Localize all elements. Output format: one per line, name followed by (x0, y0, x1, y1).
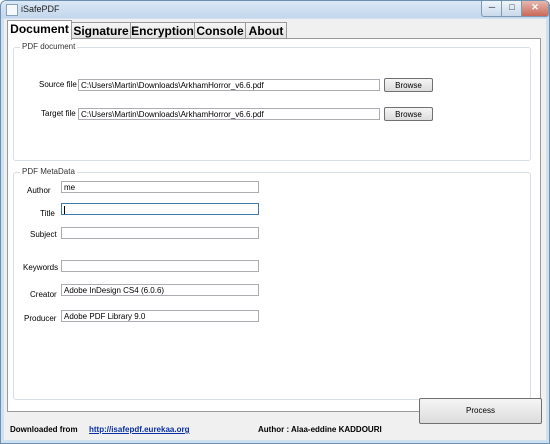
author-field[interactable]: me (61, 181, 259, 193)
creator-label: Creator (30, 290, 57, 299)
app-icon (6, 4, 18, 16)
author-label: Author (27, 186, 51, 195)
title-field[interactable] (61, 203, 259, 215)
subject-field[interactable] (61, 227, 259, 239)
target-browse-button[interactable]: Browse (384, 107, 433, 121)
app-window: iSafePDF ─ □ ✕ Document Signature Encryp… (0, 0, 550, 444)
tab-about[interactable]: About (245, 22, 287, 39)
source-browse-button[interactable]: Browse (384, 78, 433, 92)
document-tab-panel: PDF document Source file C:\Users\Martin… (7, 38, 541, 412)
pdf-metadata-group-title: PDF MetaData (20, 167, 77, 176)
minimize-button[interactable]: ─ (481, 1, 503, 17)
author-credit: Author : Alaa-eddine KADDOURI (258, 425, 382, 434)
text-caret (64, 206, 65, 214)
process-button[interactable]: Process (419, 398, 542, 424)
keywords-field[interactable] (61, 260, 259, 272)
pdf-metadata-group: PDF MetaData Author me Title Subject Key… (13, 167, 531, 400)
title-label: Title (40, 209, 55, 218)
pdf-document-group-title: PDF document (20, 42, 78, 51)
tab-document[interactable]: Document (7, 20, 72, 40)
tab-encryption[interactable]: Encryption (130, 22, 195, 39)
tab-console[interactable]: Console (194, 22, 246, 39)
title-bar: iSafePDF ─ □ ✕ (1, 1, 549, 18)
maximize-button[interactable]: □ (501, 1, 523, 17)
producer-field[interactable]: Adobe PDF Library 9.0 (61, 310, 259, 322)
source-file-label: Source file (39, 80, 77, 89)
subject-label: Subject (30, 230, 57, 239)
creator-field[interactable]: Adobe InDesign CS4 (6.0.6) (61, 284, 259, 296)
tab-signature[interactable]: Signature (71, 22, 131, 39)
client-area: Document Signature Encryption Console Ab… (4, 19, 546, 440)
target-file-field[interactable]: C:\Users\Martin\Downloads\ArkhamHorror_v… (78, 108, 380, 120)
website-link[interactable]: http://isafepdf.eurekaa.org (89, 425, 189, 434)
close-button[interactable]: ✕ (521, 1, 549, 17)
pdf-document-group: PDF document Source file C:\Users\Martin… (13, 42, 531, 161)
downloaded-from-label: Downloaded from (10, 425, 78, 434)
window-title: iSafePDF (21, 4, 60, 14)
producer-label: Producer (24, 314, 57, 323)
source-file-field[interactable]: C:\Users\Martin\Downloads\ArkhamHorror_v… (78, 79, 380, 91)
keywords-label: Keywords (23, 263, 59, 272)
target-file-label: Target file (41, 109, 76, 118)
